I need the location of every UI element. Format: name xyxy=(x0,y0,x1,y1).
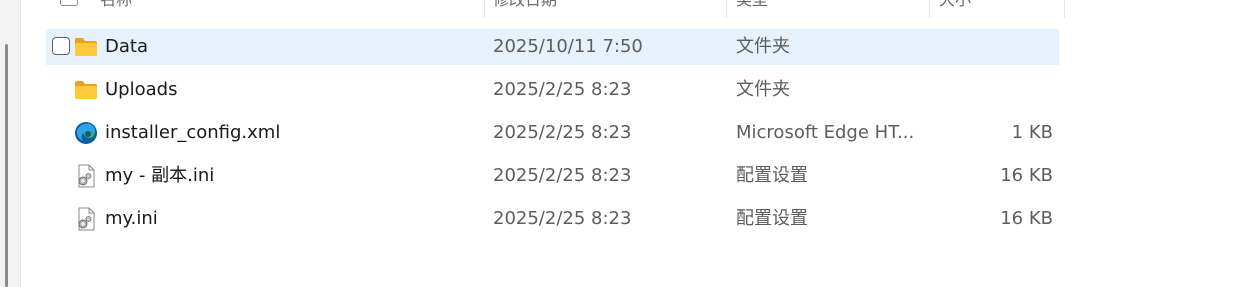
file-size: 16 KB xyxy=(1000,208,1053,229)
file-name[interactable]: my.ini xyxy=(105,201,158,237)
column-header-date[interactable]: 修改日期 xyxy=(493,0,557,18)
column-divider[interactable] xyxy=(929,0,930,18)
file-row-installer-config[interactable]: installer_config.xml 2025/2/25 8:23 Micr… xyxy=(46,115,1059,151)
folder-icon xyxy=(75,81,97,99)
column-header-size[interactable]: 大小 xyxy=(939,0,971,18)
file-row-my-copy-ini[interactable]: my - 副本.ini 2025/2/25 8:23 配置设置 16 KB xyxy=(46,158,1059,194)
file-date: 2025/2/25 8:23 xyxy=(493,208,632,229)
column-divider[interactable] xyxy=(726,0,727,18)
settings-file-icon xyxy=(78,207,95,231)
navigation-pane-edge xyxy=(0,0,21,287)
file-type: Microsoft Edge HT... xyxy=(736,122,915,143)
navigation-scrollbar[interactable] xyxy=(5,44,8,287)
file-date: 2025/2/25 8:23 xyxy=(493,165,632,186)
file-row-uploads[interactable]: Uploads 2025/2/25 8:23 文件夹 xyxy=(46,72,1059,108)
column-divider[interactable] xyxy=(1064,0,1065,18)
file-size: 1 KB xyxy=(1011,122,1053,143)
settings-file-icon xyxy=(78,164,95,188)
file-name[interactable]: installer_config.xml xyxy=(105,115,280,151)
select-all-checkbox[interactable] xyxy=(60,0,78,6)
file-date: 2025/10/11 7:50 xyxy=(493,36,643,57)
file-row-my-ini[interactable]: my.ini 2025/2/25 8:23 配置设置 16 KB xyxy=(46,201,1059,237)
file-size: 16 KB xyxy=(1000,165,1053,186)
file-date: 2025/2/25 8:23 xyxy=(493,122,632,143)
folder-icon xyxy=(75,38,97,56)
file-type: 配置设置 xyxy=(736,208,808,229)
column-divider[interactable] xyxy=(484,0,485,18)
edge-icon xyxy=(75,122,97,144)
file-type: 文件夹 xyxy=(736,79,790,100)
file-row-data[interactable]: Data 2025/10/11 7:50 文件夹 xyxy=(46,29,1059,65)
row-checkbox[interactable] xyxy=(52,37,70,55)
file-name[interactable]: Data xyxy=(105,29,148,65)
file-name[interactable]: my - 副本.ini xyxy=(105,158,214,194)
file-name[interactable]: Uploads xyxy=(105,72,177,108)
column-header-name[interactable]: 名称 xyxy=(100,0,132,18)
file-type: 配置设置 xyxy=(736,165,808,186)
column-header-type[interactable]: 类型 xyxy=(736,0,768,18)
column-header: 名称 修改日期 类型 大小 xyxy=(46,0,1066,18)
file-date: 2025/2/25 8:23 xyxy=(493,79,632,100)
file-type: 文件夹 xyxy=(736,36,790,57)
